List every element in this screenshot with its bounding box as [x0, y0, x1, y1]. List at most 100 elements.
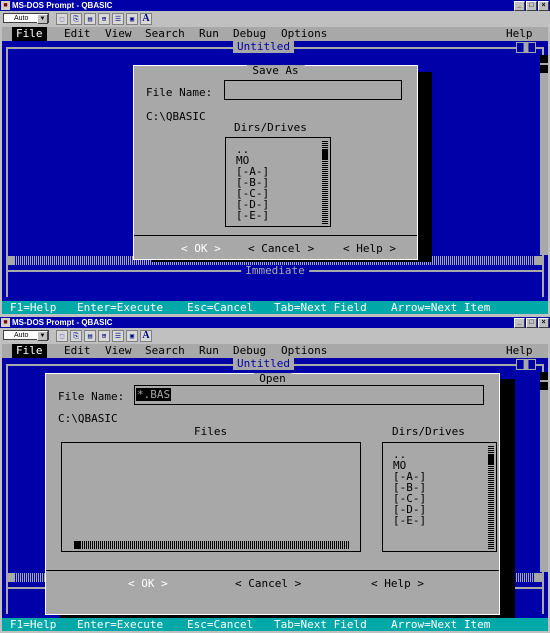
title-bar: ■ MS-DOS Prompt - QBASIC _ □ ×: [0, 317, 550, 328]
mark-icon[interactable]: ⬚: [56, 13, 68, 25]
msdos-app-icon: ■: [1, 318, 10, 327]
properties-icon[interactable]: ☰: [112, 330, 124, 342]
maximize-button[interactable]: □: [526, 318, 537, 328]
open-dialog-title: Open: [253, 373, 292, 385]
maximize-editor-icon[interactable]: ▐▌: [516, 42, 536, 53]
copy-icon[interactable]: ⎘: [70, 13, 82, 25]
font-size-select[interactable]: Auto ▼: [3, 330, 49, 341]
dialog-separator: [134, 235, 417, 236]
editor-vertical-scrollbar[interactable]: [540, 372, 548, 572]
cancel-button[interactable]: < Cancel >: [248, 242, 314, 256]
ok-button[interactable]: < OK >: [181, 242, 221, 256]
status-next-item: Arrow=Next Item: [391, 301, 491, 314]
fullscreen-icon[interactable]: ⊞: [98, 330, 110, 342]
menu-help[interactable]: Help: [506, 344, 533, 358]
cancel-button[interactable]: < Cancel >: [235, 577, 301, 591]
status-help: F1=Help: [10, 301, 57, 314]
dirs-scrollbar[interactable]: [322, 140, 328, 224]
font-icon[interactable]: A: [140, 330, 152, 342]
paste-icon[interactable]: ▤: [84, 330, 96, 342]
list-item[interactable]: [-E-]: [383, 515, 496, 526]
toolbar: Auto ▼ ⬚ ⎘ ▤ ⊞ ☰ ▣ A: [0, 11, 550, 27]
minimize-button[interactable]: _: [514, 318, 525, 328]
help-button[interactable]: < Help >: [371, 577, 424, 591]
menu-view[interactable]: View: [105, 344, 132, 358]
fullscreen-icon[interactable]: ⊞: [98, 13, 110, 25]
status-help: F1=Help: [10, 618, 57, 631]
window-title: MS-DOS Prompt - QBASIC: [12, 1, 113, 10]
qbasic-menubar: File Edit View Search Run Debug Options …: [2, 344, 548, 358]
menu-view[interactable]: View: [105, 27, 132, 41]
menu-run[interactable]: Run: [199, 27, 219, 41]
msdos-window-open: ■ MS-DOS Prompt - QBASIC _ □ × Auto ▼ ⬚ ⎘ …: [0, 317, 550, 633]
font-size-value: Auto: [14, 332, 29, 339]
qbasic-menubar: File Edit View Search Run Debug Options …: [2, 27, 548, 41]
chevron-down-icon[interactable]: ▼: [37, 331, 48, 341]
status-next-field: Tab=Next Field: [274, 618, 367, 631]
font-size-value: Auto: [14, 15, 29, 22]
save-as-dialog: Save As File Name: C:\QBASIC Dirs/Drives…: [133, 65, 418, 260]
copy-icon[interactable]: ⎘: [70, 330, 82, 342]
editor-title: Untitled: [233, 40, 294, 53]
dos-screen: File Edit View Search Run Debug Options …: [2, 27, 548, 314]
menu-debug[interactable]: Debug: [233, 27, 266, 41]
dialog-separator: [46, 570, 499, 571]
status-bar: F1=Help Enter=Execute Esc=Cancel Tab=Nex…: [2, 301, 548, 314]
current-directory: C:\QBASIC: [146, 110, 206, 123]
window-title: MS-DOS Prompt - QBASIC: [12, 318, 113, 327]
open-dialog: Open File Name: *.BAS C:\QBASIC Files Di…: [45, 373, 500, 615]
menu-debug[interactable]: Debug: [233, 344, 266, 358]
dos-screen: File Edit View Search Run Debug Options …: [2, 344, 548, 631]
files-list[interactable]: [61, 442, 361, 552]
menu-help[interactable]: Help: [506, 27, 533, 41]
menu-search[interactable]: Search: [145, 344, 185, 358]
status-execute: Enter=Execute: [77, 618, 164, 631]
background-icon[interactable]: ▣: [126, 13, 138, 25]
dirs-drives-label: Dirs/Drives: [234, 121, 307, 134]
file-name-label: File Name:: [58, 390, 125, 403]
menu-search[interactable]: Search: [145, 27, 185, 41]
menu-options[interactable]: Options: [281, 27, 327, 41]
menu-options[interactable]: Options: [281, 344, 327, 358]
file-name-input[interactable]: [224, 80, 402, 100]
menu-edit[interactable]: Edit: [64, 344, 91, 358]
help-button[interactable]: < Help >: [343, 242, 396, 256]
file-name-input[interactable]: *.BAS: [134, 385, 484, 405]
background-icon[interactable]: ▣: [126, 330, 138, 342]
close-button[interactable]: ×: [538, 1, 549, 11]
file-name-label: File Name:: [146, 86, 213, 99]
list-item[interactable]: [-E-]: [226, 210, 330, 221]
immediate-window[interactable]: Immediate: [2, 265, 548, 277]
status-bar: F1=Help Enter=Execute Esc=Cancel Tab=Nex…: [2, 618, 548, 631]
close-button[interactable]: ×: [538, 318, 549, 328]
mark-icon[interactable]: ⬚: [56, 330, 68, 342]
dirs-scrollbar[interactable]: [488, 445, 494, 549]
editor-title: Untitled: [233, 357, 294, 370]
files-horizontal-scrollbar[interactable]: [74, 541, 350, 549]
menu-file[interactable]: File: [12, 344, 47, 358]
maximize-editor-icon[interactable]: ▐▌: [516, 359, 536, 370]
status-next-field: Tab=Next Field: [274, 301, 367, 314]
save-as-dialog-title: Save As: [246, 65, 305, 77]
paste-icon[interactable]: ▤: [84, 13, 96, 25]
font-icon[interactable]: A: [140, 13, 152, 25]
dirs-drives-label: Dirs/Drives: [392, 425, 465, 438]
dirs-drives-list[interactable]: .. MO [-A-] [-B-] [-C-] [-D-] [-E-]: [225, 137, 331, 227]
msdos-app-icon: ■: [1, 1, 10, 10]
title-bar: ■ MS-DOS Prompt - QBASIC _ □ ×: [0, 0, 550, 11]
ok-button[interactable]: < OK >: [128, 577, 168, 591]
editor-vertical-scrollbar[interactable]: [540, 55, 548, 255]
dirs-drives-list[interactable]: .. MO [-A-] [-B-] [-C-] [-D-] [-E-]: [382, 442, 497, 552]
file-name-value: *.BAS: [136, 388, 172, 401]
chevron-down-icon[interactable]: ▼: [37, 14, 48, 24]
maximize-button[interactable]: □: [526, 1, 537, 11]
properties-icon[interactable]: ☰: [112, 13, 124, 25]
status-execute: Enter=Execute: [77, 301, 164, 314]
files-label: Files: [194, 425, 228, 438]
menu-file[interactable]: File: [12, 27, 47, 41]
status-cancel: Esc=Cancel: [187, 618, 254, 631]
font-size-select[interactable]: Auto ▼: [3, 13, 49, 24]
menu-run[interactable]: Run: [199, 344, 219, 358]
menu-edit[interactable]: Edit: [64, 27, 91, 41]
minimize-button[interactable]: _: [514, 1, 525, 11]
